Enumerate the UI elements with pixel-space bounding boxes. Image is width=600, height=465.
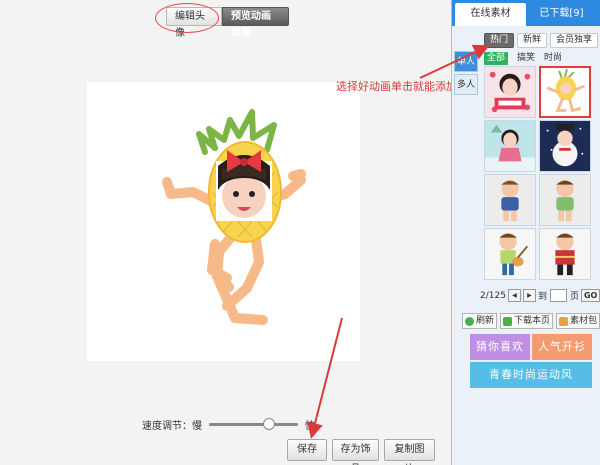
go-button[interactable]: GO bbox=[580, 289, 600, 302]
download-page-label: 下载本页 bbox=[514, 316, 551, 326]
category-youth-sports-style[interactable]: 青春时尚运动风 bbox=[470, 362, 592, 388]
action-buttons: 保存 存为饰品 复制图片 bbox=[287, 439, 435, 465]
page-number-input[interactable] bbox=[549, 289, 567, 302]
thumbnail-snowman-kid[interactable] bbox=[539, 120, 591, 172]
winter-kid-image bbox=[485, 121, 535, 171]
refresh-icon bbox=[465, 316, 474, 326]
panel-tabs: 在线素材 已下载[9] bbox=[452, 0, 600, 26]
love-kid-image bbox=[485, 67, 535, 117]
download-page-button[interactable]: 下载本页 bbox=[500, 313, 553, 329]
guitar-kid-image bbox=[485, 229, 535, 279]
tab-online-material[interactable]: 在线素材 bbox=[455, 3, 526, 26]
save-button[interactable]: 保存 bbox=[287, 439, 327, 461]
package-icon bbox=[559, 316, 568, 326]
filter-new[interactable]: 新鲜 bbox=[517, 33, 548, 48]
green-shirt-kid-image bbox=[540, 175, 590, 225]
pineapple-kid-image bbox=[541, 68, 589, 116]
snowman-kid-image bbox=[540, 121, 590, 171]
side-tab-single[interactable]: 单人 bbox=[454, 51, 478, 72]
thumbnail-grid bbox=[484, 66, 591, 280]
editor-area: 编辑头像 预览动画效果 速度调节：慢 快 保存 存为饰 复制图 选择好动画单击就… bbox=[0, 0, 457, 465]
speed-slider-knob[interactable] bbox=[262, 418, 275, 430]
speed-control: 速度调节：慢 快 bbox=[142, 417, 315, 432]
thumbnail-green-shirt-kid[interactable] bbox=[539, 174, 591, 226]
sub-filter-all[interactable]: 全部 bbox=[484, 52, 509, 65]
prev-page-button[interactable]: ◀ bbox=[507, 289, 521, 302]
pager-goto-prefix: 到 bbox=[537, 292, 547, 302]
thumbnail-blue-vest-kid[interactable] bbox=[484, 174, 536, 226]
tab-downloaded[interactable]: 已下载[9] bbox=[526, 3, 597, 26]
speed-slider[interactable] bbox=[209, 418, 298, 430]
thumbnail-guitar-kid[interactable] bbox=[484, 228, 536, 280]
material-panel: 在线素材 已下载[9] 热门 新鲜 会员独享 单人 多人 全部 搞笑 时尚 2/… bbox=[451, 0, 600, 465]
download-icon bbox=[503, 316, 512, 326]
thumbnail-winter-kid[interactable] bbox=[484, 120, 536, 172]
sub-filter-fashion[interactable]: 时尚 bbox=[544, 52, 562, 65]
material-pack-label: 素材包 bbox=[570, 316, 598, 326]
sub-filter-funny[interactable]: 搞笑 bbox=[517, 52, 535, 65]
sub-filter-row: 全部 搞笑 时尚 bbox=[484, 52, 562, 65]
material-pack-button[interactable]: 素材包 bbox=[556, 313, 600, 329]
pager-current: 2/125 bbox=[480, 290, 506, 301]
filter-row: 热门 新鲜 会员独享 bbox=[484, 33, 599, 48]
tab-preview-animation[interactable]: 预览动画效果 bbox=[222, 7, 289, 39]
pager-goto-suffix: 页 bbox=[569, 292, 579, 302]
pineapple-character-illustration bbox=[162, 109, 306, 325]
copy-image-button[interactable]: 复制图片 bbox=[384, 439, 435, 465]
tab-edit-avatar[interactable]: 编辑头像 bbox=[166, 7, 222, 39]
side-tabs: 单人 多人 bbox=[454, 51, 478, 97]
annotation-text: 选择好动画单击就能添加 bbox=[336, 80, 457, 93]
category-popular-cardigan[interactable]: 人气开衫 bbox=[532, 334, 592, 360]
thumbnail-red-costume-kid[interactable] bbox=[539, 228, 591, 280]
editor-tabs: 编辑头像 预览动画效果 bbox=[166, 7, 289, 39]
category-guess-you-like[interactable]: 猜你喜欢 bbox=[470, 334, 530, 360]
thumbnail-love-kid[interactable] bbox=[484, 66, 536, 118]
refresh-label: 刷新 bbox=[476, 316, 495, 326]
tool-buttons: 刷新 下载本页 素材包 bbox=[462, 313, 600, 329]
filter-vip[interactable]: 会员独享 bbox=[550, 33, 599, 48]
pager: 2/125 ◀ ▶ 到 页 GO bbox=[480, 289, 600, 302]
refresh-button[interactable]: 刷新 bbox=[462, 313, 497, 329]
red-costume-kid-image bbox=[540, 229, 590, 279]
speed-fast-label: 快 bbox=[305, 421, 315, 432]
animation-canvas[interactable] bbox=[87, 82, 360, 361]
filter-hot[interactable]: 热门 bbox=[484, 33, 515, 48]
thumbnail-pineapple-kid[interactable] bbox=[539, 66, 591, 118]
speed-label: 速度调节：慢 bbox=[142, 421, 202, 432]
save-as-decoration-button[interactable]: 存为饰品 bbox=[332, 439, 379, 465]
side-tab-multi[interactable]: 多人 bbox=[454, 74, 478, 95]
blue-vest-kid-image bbox=[485, 175, 535, 225]
next-page-button[interactable]: ▶ bbox=[522, 289, 536, 302]
